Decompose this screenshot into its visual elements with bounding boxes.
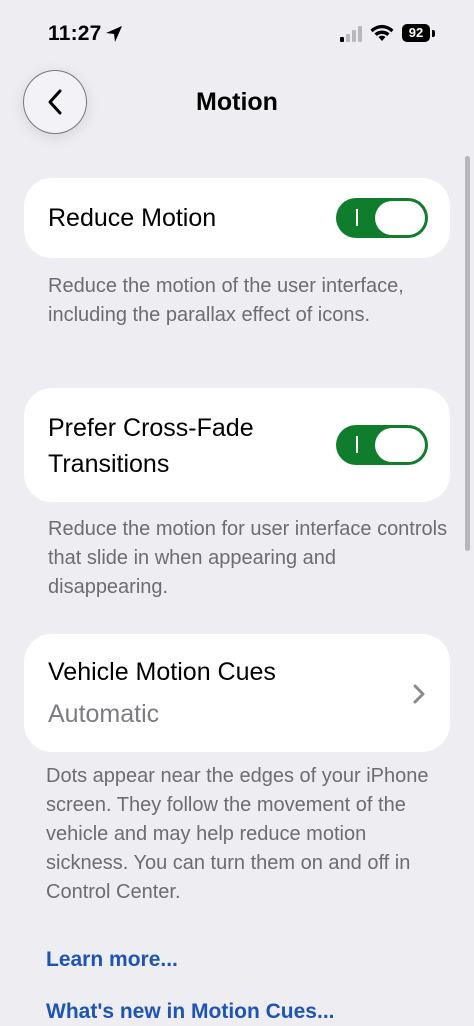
cellular-signal-icon (340, 26, 362, 42)
toggle-knob (375, 201, 425, 235)
chevron-right-icon (413, 684, 425, 704)
battery-cap (432, 30, 435, 37)
toggle-on-mark (356, 209, 358, 226)
reduce-motion-label: Reduce Motion (48, 204, 217, 232)
cross-fade-row: Prefer Cross-Fade Transitions (24, 388, 450, 502)
vehicle-motion-cues-row[interactable]: Vehicle Motion Cues Automatic (24, 634, 450, 752)
battery-icon: 92 (402, 24, 430, 42)
vehicle-motion-cues-label: Vehicle Motion Cues (48, 658, 276, 686)
cross-fade-footnote: Reduce the motion for user interface con… (48, 518, 448, 598)
learn-more-link[interactable]: Learn more... (46, 948, 178, 972)
status-time: 11:27 (48, 22, 102, 45)
scroll-indicator[interactable] (465, 156, 470, 551)
toggle-knob (375, 428, 425, 462)
toggle-on-mark (356, 436, 358, 453)
reduce-motion-toggle[interactable] (336, 198, 428, 238)
reduce-motion-footnote: Reduce the motion of the user interface,… (48, 275, 404, 326)
cross-fade-label: Prefer Cross-Fade Transitions (48, 414, 254, 478)
vehicle-motion-cues-value: Automatic (48, 700, 160, 728)
status-bar: 11:27 92 (0, 0, 474, 70)
whats-new-link[interactable]: What's new in Motion Cues... (46, 1000, 335, 1024)
location-arrow-icon (106, 26, 122, 42)
wifi-icon (370, 24, 394, 41)
vehicle-motion-cues-footnote: Dots appear near the edges of your iPhon… (46, 765, 429, 903)
page-title: Motion (196, 88, 278, 116)
reduce-motion-row: Reduce Motion (24, 178, 450, 258)
cross-fade-toggle[interactable] (336, 425, 428, 465)
